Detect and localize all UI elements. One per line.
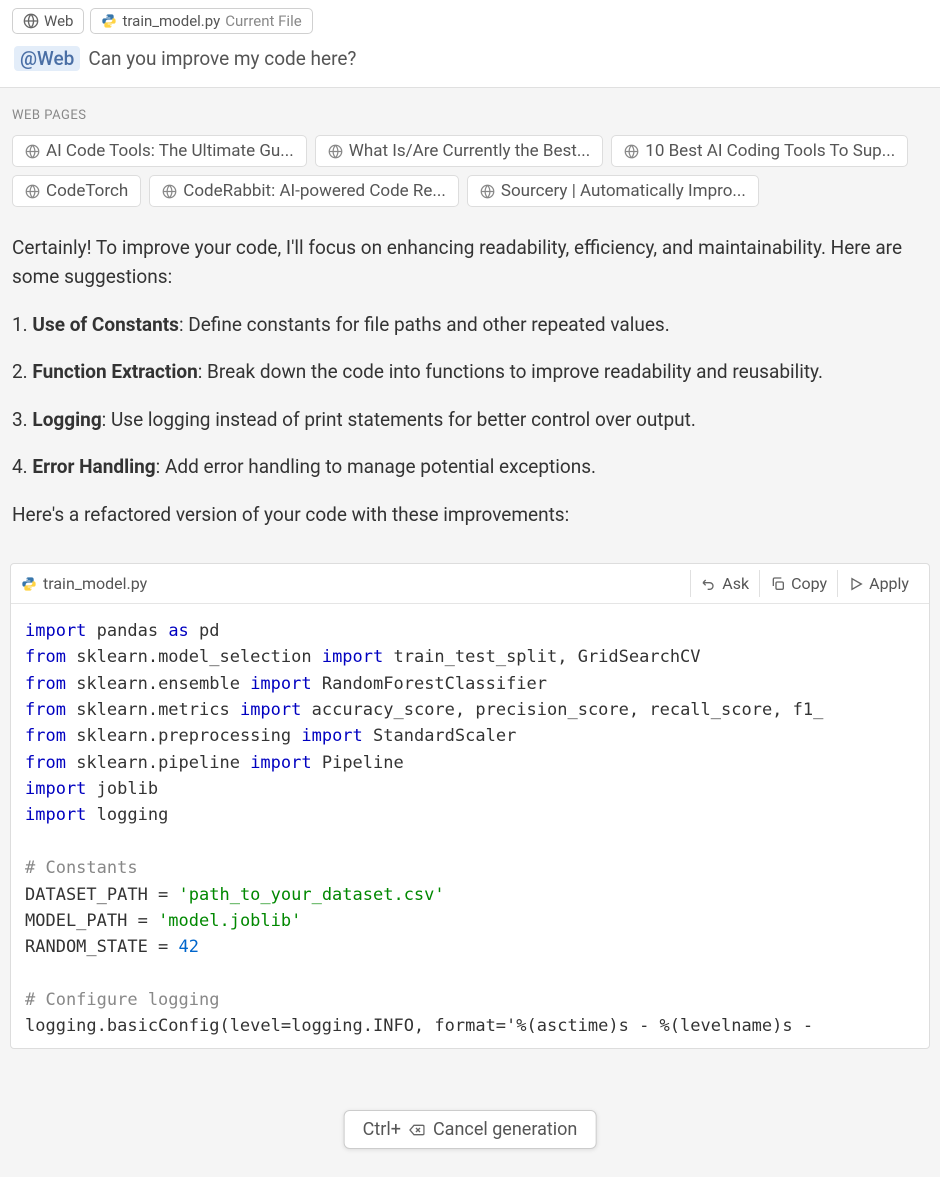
suggestion-title: Error Handling bbox=[32, 455, 155, 478]
cancel-label: Cancel generation bbox=[433, 1119, 577, 1140]
web-page-chip[interactable]: 10 Best AI Coding Tools To Sup... bbox=[611, 135, 908, 167]
code-block: train_model.py Ask Copy Apply import pan… bbox=[10, 563, 930, 1049]
suggestion-desc: : Use logging instead of print statement… bbox=[102, 408, 696, 431]
backspace-icon bbox=[409, 1122, 425, 1138]
code-actions: Ask Copy Apply bbox=[690, 570, 919, 597]
context-header: Web train_model.py Current File @Web Can… bbox=[0, 0, 940, 88]
action-label: Ask bbox=[722, 574, 749, 593]
web-page-chip[interactable]: Sourcery | Automatically Impro... bbox=[467, 175, 759, 207]
globe-icon bbox=[25, 144, 40, 159]
context-chips-row: Web train_model.py Current File bbox=[12, 8, 928, 34]
chip-filename: train_model.py bbox=[122, 12, 220, 30]
copy-icon bbox=[770, 576, 786, 592]
web-page-title: CodeRabbit: AI-powered Code Re... bbox=[183, 181, 446, 201]
suggestion-title: Use of Constants bbox=[32, 313, 179, 336]
copy-button[interactable]: Copy bbox=[759, 570, 837, 597]
action-label: Apply bbox=[869, 574, 909, 593]
shortcut-label: Ctrl+ bbox=[363, 1119, 401, 1140]
cancel-generation-button[interactable]: Ctrl+ Cancel generation bbox=[344, 1110, 597, 1149]
globe-icon bbox=[480, 184, 495, 199]
suggestion-desc: : Break down the code into functions to … bbox=[198, 360, 823, 383]
globe-icon bbox=[25, 184, 40, 199]
globe-icon bbox=[23, 13, 39, 29]
globe-icon bbox=[624, 144, 639, 159]
web-page-chip[interactable]: AI Code Tools: The Ultimate Gu... bbox=[12, 135, 307, 167]
web-page-chip[interactable]: What Is/Are Currently the Best... bbox=[315, 135, 604, 167]
python-icon bbox=[21, 576, 37, 592]
web-page-title: 10 Best AI Coding Tools To Sup... bbox=[645, 141, 895, 161]
web-pages-section: WEB PAGES AI Code Tools: The Ultimate Gu… bbox=[0, 88, 940, 217]
web-page-chip[interactable]: CodeRabbit: AI-powered Code Re... bbox=[149, 175, 459, 207]
suggestion-desc: : Define constants for file paths and ot… bbox=[179, 313, 670, 336]
suggestion-title: Function Extraction bbox=[32, 360, 197, 383]
python-icon bbox=[101, 13, 117, 29]
web-pages-label: WEB PAGES bbox=[12, 108, 928, 123]
suggestion-item: 4. Error Handling: Add error handling to… bbox=[12, 452, 928, 481]
web-page-title: Sourcery | Automatically Impro... bbox=[501, 181, 746, 201]
undo-icon bbox=[701, 576, 717, 592]
assistant-message: Certainly! To improve your code, I'll fo… bbox=[0, 217, 940, 555]
query-text: Can you improve my code here? bbox=[88, 47, 356, 70]
ask-button[interactable]: Ask bbox=[690, 570, 759, 597]
code-content: import pandas as pd from sklearn.model_s… bbox=[11, 604, 929, 1048]
intro-paragraph: Certainly! To improve your code, I'll fo… bbox=[12, 233, 928, 292]
suggestion-item: 2. Function Extraction: Break down the c… bbox=[12, 357, 928, 386]
chip-label: Web bbox=[44, 12, 73, 30]
globe-icon bbox=[162, 184, 177, 199]
apply-button[interactable]: Apply bbox=[837, 570, 919, 597]
web-page-title: AI Code Tools: The Ultimate Gu... bbox=[46, 141, 294, 161]
web-pages-list: AI Code Tools: The Ultimate Gu... What I… bbox=[12, 135, 928, 207]
code-filename: train_model.py bbox=[21, 574, 690, 593]
suggestion-item: 1. Use of Constants: Define constants fo… bbox=[12, 310, 928, 339]
chip-suffix: Current File bbox=[225, 12, 301, 30]
play-icon bbox=[848, 576, 864, 592]
outro-paragraph: Here's a refactored version of your code… bbox=[12, 500, 928, 529]
web-page-title: CodeTorch bbox=[46, 181, 128, 201]
web-context-chip[interactable]: Web bbox=[12, 8, 84, 34]
web-mention[interactable]: @Web bbox=[14, 46, 80, 71]
web-page-title: What Is/Are Currently the Best... bbox=[349, 141, 591, 161]
globe-icon bbox=[328, 144, 343, 159]
web-page-chip[interactable]: CodeTorch bbox=[12, 175, 141, 207]
query-row: @Web Can you improve my code here? bbox=[12, 42, 928, 75]
suggestion-title: Logging bbox=[32, 408, 101, 431]
code-filename-text: train_model.py bbox=[43, 574, 147, 593]
suggestion-item: 3. Logging: Use logging instead of print… bbox=[12, 405, 928, 434]
suggestion-desc: : Add error handling to manage potential… bbox=[156, 455, 596, 478]
file-context-chip[interactable]: train_model.py Current File bbox=[90, 8, 312, 34]
code-header: train_model.py Ask Copy Apply bbox=[11, 564, 929, 604]
action-label: Copy bbox=[791, 574, 827, 593]
